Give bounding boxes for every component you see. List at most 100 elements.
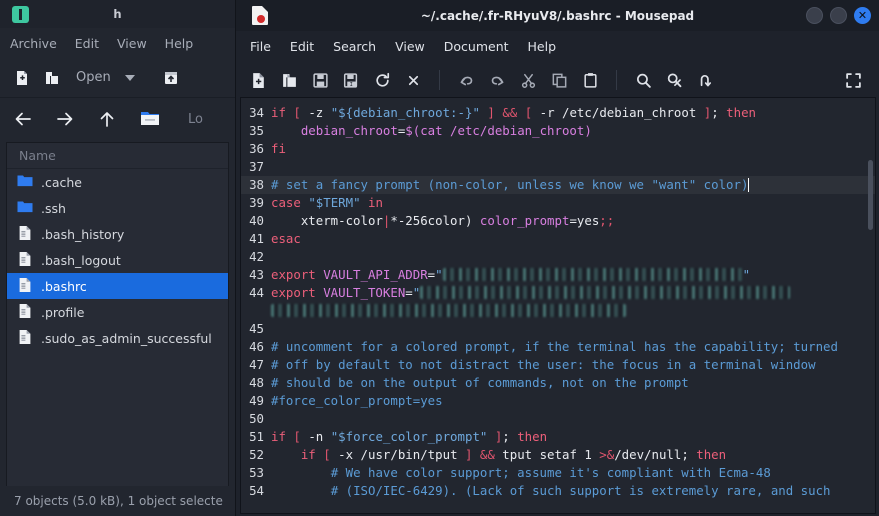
menu-view[interactable]: View bbox=[395, 39, 425, 54]
archive-menu-edit[interactable]: Edit bbox=[75, 36, 99, 51]
code-token: -z bbox=[300, 105, 331, 120]
column-header-name[interactable]: Name bbox=[7, 143, 228, 169]
archive-file-name: .bash_logout bbox=[41, 252, 121, 268]
line-text: #force_color_prompt=yes bbox=[271, 392, 875, 410]
go-to-line-icon[interactable] bbox=[695, 70, 715, 90]
archive-titlebar[interactable]: h bbox=[0, 0, 235, 28]
menu-edit[interactable]: Edit bbox=[290, 39, 314, 54]
line-number: 45 bbox=[249, 321, 264, 336]
menu-help[interactable]: Help bbox=[528, 39, 557, 54]
copy-icon[interactable] bbox=[549, 70, 569, 90]
editor-line[interactable]: 34 if [ -z "${debian_chroot:-}" ] && [ -r… bbox=[241, 104, 875, 122]
paste-icon[interactable] bbox=[580, 70, 600, 90]
menu-file[interactable]: File bbox=[250, 39, 271, 54]
arrow-up-icon[interactable] bbox=[98, 110, 116, 128]
archive-file-name: .profile bbox=[41, 304, 85, 320]
code-token: ;; bbox=[599, 213, 615, 228]
file-icon bbox=[17, 251, 33, 270]
line-text: export VAULT_TOKEN=" bbox=[271, 284, 875, 320]
text-editor-area[interactable]: 34 if [ -z "${debian_chroot:-}" ] && [ -r… bbox=[240, 97, 876, 514]
line-number: 42 bbox=[249, 249, 264, 264]
find-icon[interactable] bbox=[633, 70, 653, 90]
minimize-icon[interactable] bbox=[806, 7, 823, 24]
maximize-icon[interactable] bbox=[830, 7, 847, 24]
code-token: color_prompt bbox=[479, 213, 570, 228]
code-token: >& bbox=[599, 447, 615, 462]
line-number: 43 bbox=[249, 267, 264, 282]
editor-scrollbar[interactable] bbox=[868, 160, 873, 230]
archive-file-list[interactable]: Name .cache .ssh .bash_history .bash_logout… bbox=[6, 142, 229, 516]
code-token: export bbox=[271, 285, 324, 300]
editor-line[interactable]: 38 # set a fancy prompt (non-color, unles… bbox=[241, 176, 875, 194]
editor-line[interactable]: 44 export VAULT_TOKEN=" bbox=[241, 284, 875, 320]
chevron-down-icon[interactable] bbox=[124, 74, 135, 81]
editor-line[interactable]: 37 bbox=[241, 158, 875, 176]
editor-line[interactable]: 35 debian_chroot=$(cat /etc/debian_chroo… bbox=[241, 122, 875, 140]
editor-line[interactable]: 45 bbox=[241, 320, 875, 338]
editor-line[interactable]: 54 # (ISO/IEC-6429). (Lack of such suppo… bbox=[241, 482, 875, 500]
folder-icon[interactable] bbox=[140, 110, 160, 128]
archive-file-row[interactable]: .ssh bbox=[7, 195, 228, 221]
editor-line[interactable]: 43 export VAULT_API_ADDR=" " bbox=[241, 266, 875, 284]
editor-line[interactable]: 39 case "$TERM" in bbox=[241, 194, 875, 212]
open-archive-icon[interactable] bbox=[44, 70, 60, 86]
arrow-left-icon[interactable] bbox=[14, 110, 32, 128]
code-token: if bbox=[300, 447, 324, 462]
new-document-icon[interactable] bbox=[248, 70, 268, 90]
archive-file-name: .bash_history bbox=[41, 226, 125, 242]
editor-line[interactable]: 36 fi bbox=[241, 140, 875, 158]
code-token: -n bbox=[300, 429, 331, 444]
editor-line[interactable]: 48 # should be on the output of commands,… bbox=[241, 374, 875, 392]
code-token: ; bbox=[711, 105, 727, 120]
editor-line[interactable]: 46 # uncomment for a colored prompt, if t… bbox=[241, 338, 875, 356]
editor-line[interactable]: 49 #force_color_prompt=yes bbox=[241, 392, 875, 410]
line-number: 41 bbox=[249, 231, 264, 246]
archive-file-row[interactable]: .bashrc bbox=[7, 273, 228, 299]
new-archive-icon[interactable] bbox=[14, 70, 30, 86]
archive-menu-archive[interactable]: Archive bbox=[10, 36, 57, 51]
editor-line[interactable]: 51 if [ -n "$force_color_prompt" ]; then bbox=[241, 428, 875, 446]
line-number: 54 bbox=[249, 483, 264, 498]
menu-document[interactable]: Document bbox=[444, 39, 509, 54]
archive-file-row[interactable]: .cache bbox=[7, 169, 228, 195]
line-number: 53 bbox=[249, 465, 264, 480]
save-as-icon[interactable]: I bbox=[341, 70, 361, 90]
find-and-replace-icon[interactable] bbox=[664, 70, 684, 90]
archive-file-row[interactable]: .sudo_as_admin_successful bbox=[7, 325, 228, 351]
undo-icon[interactable] bbox=[456, 70, 476, 90]
reload-icon[interactable] bbox=[372, 70, 392, 90]
editor-line[interactable]: 50 bbox=[241, 410, 875, 428]
editor-line[interactable]: 52 if [ -x /usr/bin/tput ] && tput setaf… bbox=[241, 446, 875, 464]
save-icon[interactable] bbox=[310, 70, 330, 90]
svg-text:I: I bbox=[349, 82, 352, 88]
mousepad-titlebar[interactable]: ~/.cache/.fr-RHyuV8/.bashrc - Mousepad ✕ bbox=[236, 0, 879, 31]
redo-icon[interactable] bbox=[487, 70, 507, 90]
editor-line[interactable]: 53 # We have color support; assume it's … bbox=[241, 464, 875, 482]
editor-line[interactable]: 40 xterm-color|*-256color) color_prompt=… bbox=[241, 212, 875, 230]
code-token: ; bbox=[681, 447, 697, 462]
open-document-icon[interactable] bbox=[279, 70, 299, 90]
line-text: # should be on the output of commands, n… bbox=[271, 374, 875, 392]
editor-line[interactable]: 42 bbox=[241, 248, 875, 266]
menu-search[interactable]: Search bbox=[333, 39, 376, 54]
editor-line[interactable]: 47 # off by default to not distract the u… bbox=[241, 356, 875, 374]
close-icon[interactable]: ✕ bbox=[854, 7, 871, 24]
cut-icon[interactable] bbox=[518, 70, 538, 90]
arrow-right-icon[interactable] bbox=[56, 110, 74, 128]
close-document-icon[interactable] bbox=[403, 70, 423, 90]
fullscreen-icon[interactable] bbox=[843, 70, 863, 90]
window-controls: ✕ bbox=[806, 0, 871, 31]
archive-file-row[interactable]: .profile bbox=[7, 299, 228, 325]
editor-line[interactable]: 41 esac bbox=[241, 230, 875, 248]
open-archive-label[interactable]: Open bbox=[76, 70, 111, 85]
file-icon bbox=[17, 225, 33, 244]
archive-file-row[interactable]: .bash_logout bbox=[7, 247, 228, 273]
extract-icon[interactable] bbox=[163, 70, 179, 86]
archive-file-row[interactable]: .bash_history bbox=[7, 221, 228, 247]
code-token: [ bbox=[293, 429, 301, 444]
code-token: # We have color support; assume it's com… bbox=[271, 465, 771, 480]
archive-menu-help[interactable]: Help bbox=[165, 36, 194, 51]
archive-menu-view[interactable]: View bbox=[117, 36, 147, 51]
code-token: if bbox=[271, 105, 294, 120]
